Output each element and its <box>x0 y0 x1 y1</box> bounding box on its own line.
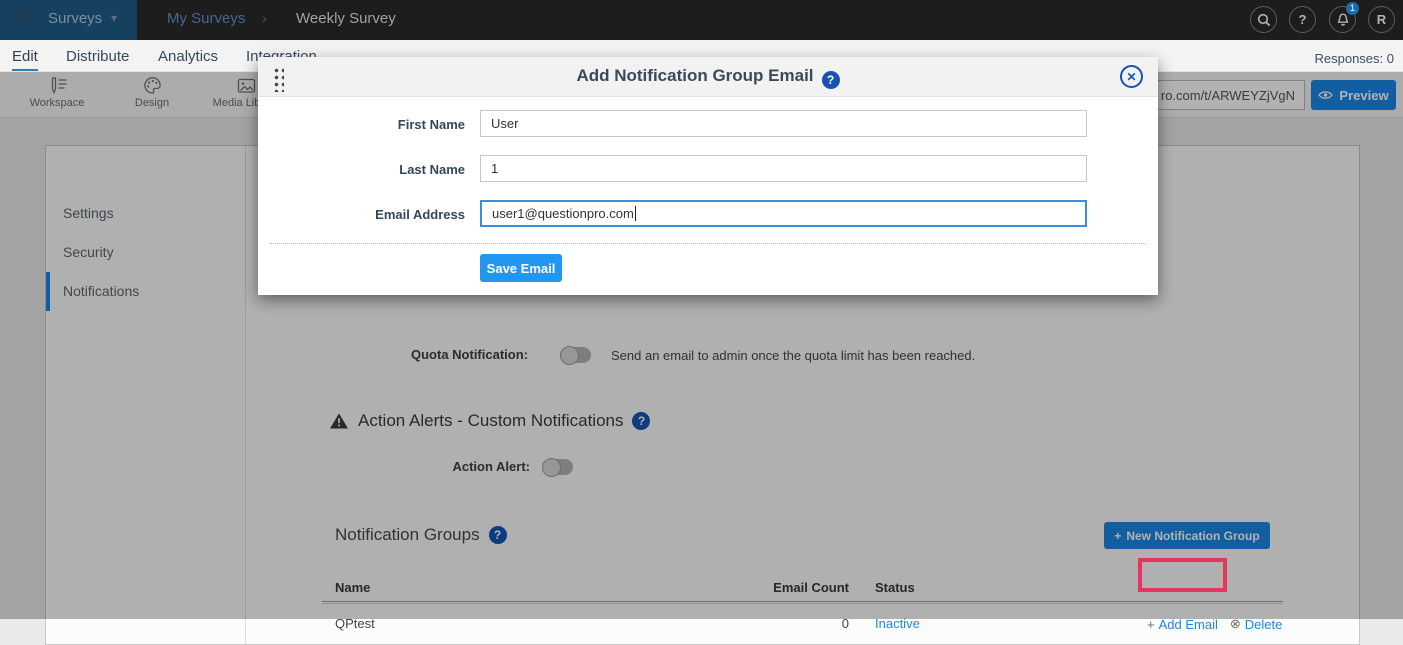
avatar-initial: R <box>1377 12 1386 27</box>
email-address-field[interactable]: user1@questionpro.com <box>480 200 1087 227</box>
questionpro-notifications-page: { "topbar": { "logo_letter": "P", "produ… <box>0 0 1403 619</box>
notification-count-badge: 1 <box>1346 2 1359 15</box>
save-email-button[interactable]: Save Email <box>480 254 562 282</box>
last-name-field[interactable] <box>480 155 1087 182</box>
last-name-label: Last Name <box>258 162 465 177</box>
close-icon[interactable]: ✕ <box>1120 65 1143 88</box>
modal-help-icon[interactable]: ? <box>822 71 840 89</box>
top-app-bar: P Surveys ▾ My Surveys › Weekly Survey ?… <box>0 0 1403 40</box>
first-name-field[interactable] <box>480 110 1087 137</box>
help-button[interactable]: ? <box>1289 6 1316 33</box>
first-name-label: First Name <box>258 117 465 132</box>
tab-analytics[interactable]: Analytics <box>158 48 218 65</box>
add-email-highlight-box <box>1138 558 1227 592</box>
tab-edit[interactable]: Edit <box>12 48 38 71</box>
breadcrumb-separator-icon: › <box>262 10 267 26</box>
text-cursor <box>635 206 636 221</box>
help-icon: ? <box>1299 12 1307 27</box>
chevron-down-icon: ▾ <box>111 11 117 25</box>
search-icon <box>1256 12 1272 28</box>
add-notification-group-email-modal: Add Notification Group Email? ✕ First Na… <box>258 57 1158 295</box>
responses-count: Responses: 0 <box>1315 51 1395 66</box>
modal-title-label: Add Notification Group Email <box>576 66 813 85</box>
modal-header: Add Notification Group Email? ✕ <box>258 57 1158 97</box>
product-menu[interactable]: P Surveys ▾ <box>0 0 137 40</box>
user-avatar[interactable]: R <box>1368 6 1395 33</box>
modal-divider <box>270 243 1146 244</box>
breadcrumb-survey-name: Weekly Survey <box>296 10 396 27</box>
product-menu-label: Surveys <box>48 10 102 27</box>
breadcrumb-my-surveys[interactable]: My Surveys <box>167 10 245 27</box>
email-address-label: Email Address <box>258 207 465 222</box>
search-button[interactable] <box>1250 6 1277 33</box>
email-address-value: user1@questionpro.com <box>492 206 634 221</box>
questionpro-logo-icon: P <box>16 6 31 32</box>
tab-distribute[interactable]: Distribute <box>66 48 129 65</box>
modal-title: Add Notification Group Email? <box>258 66 1158 89</box>
